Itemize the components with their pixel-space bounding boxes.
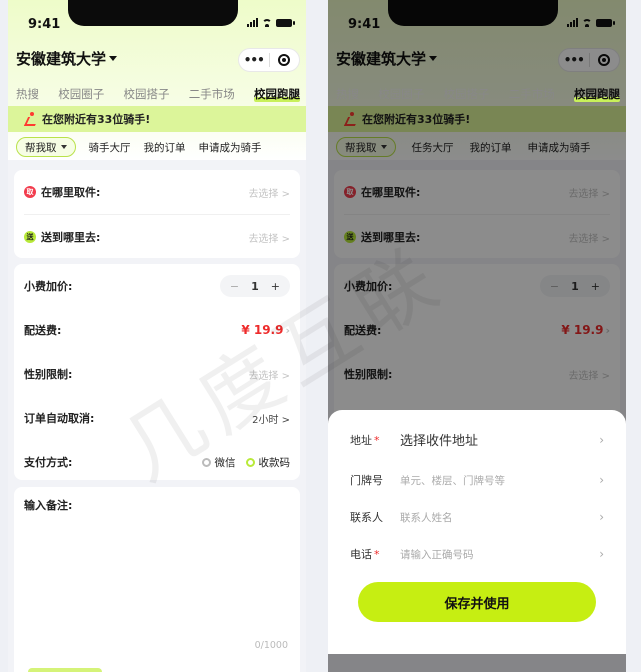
close-target-button[interactable] — [270, 54, 300, 66]
subtab-apply-rider[interactable]: 申请成为骑手 — [199, 140, 262, 155]
dropoff-label: 送到哪里去: — [41, 231, 101, 244]
delivery-fee-value: ¥ 19.9 — [241, 323, 284, 337]
tab-hot[interactable]: 热搜 — [16, 86, 39, 102]
auto-cancel-value: 2小时 > — [252, 414, 290, 426]
subtab-rider-hall[interactable]: 骑手大厅 — [89, 140, 131, 155]
tab-errand[interactable]: 校园跑腿 — [254, 86, 300, 102]
address-sheet: 地址 * 选择收件地址 › 门牌号 单元、楼层、门牌号等 › 联系人 联系人姓名 … — [328, 410, 626, 654]
caret-down-icon — [109, 56, 118, 61]
payment-option-qrcode[interactable]: 收款码 — [245, 455, 290, 470]
errand-subtabs: 帮我取 骑手大厅 我的订单 申请成为骑手 — [16, 137, 300, 157]
gender-row[interactable]: 性别限制: 去选择 > — [14, 352, 300, 396]
door-number-label: 门牌号 — [350, 474, 383, 487]
tip-plus-button[interactable]: + — [271, 280, 280, 293]
required-mark: * — [374, 548, 380, 561]
payment-option-wechat[interactable]: 微信 — [201, 455, 236, 470]
category-tabs: 热搜 校园圈子 校园搭子 二手市场 校园跑腿 — [336, 86, 620, 102]
phone-row[interactable]: 电话 * 请输入正确号码 › — [350, 546, 604, 562]
contact-placeholder: 联系人姓名 — [400, 511, 453, 524]
caret-down-icon — [60, 145, 67, 149]
signal-icon — [247, 18, 258, 27]
delivery-fee-label: 配送费: — [24, 324, 62, 337]
university-name: 安徽建筑大学 — [16, 50, 107, 68]
rider-banner: 在您附近有33位骑手! — [8, 106, 306, 132]
chevron-right-icon: › — [285, 323, 290, 337]
chevron-right-icon: › — [599, 510, 604, 524]
address-row[interactable]: 地址 * 选择收件地址 › — [350, 430, 604, 450]
tip-label: 小费加价: — [24, 280, 73, 293]
tab-secondhand[interactable]: 二手市场 — [509, 86, 555, 102]
remark-counter: 0/1000 — [254, 640, 288, 651]
tip-value: 1 — [251, 279, 259, 293]
tab-errand[interactable]: 校园跑腿 — [574, 86, 620, 102]
university-selector[interactable]: 安徽建筑大学 — [16, 48, 118, 69]
help-me-fetch-label: 帮我取 — [25, 141, 57, 154]
auto-cancel-label: 订单自动取消: — [24, 412, 95, 425]
tab-partner[interactable]: 校园搭子 — [444, 86, 490, 102]
subtab-my-orders[interactable]: 我的订单 — [144, 140, 186, 155]
bottom-button-peek[interactable] — [28, 668, 102, 672]
chevron-right-icon: › — [599, 547, 604, 561]
target-icon — [278, 54, 291, 66]
status-icons — [247, 18, 295, 27]
tab-circle[interactable]: 校园圈子 — [378, 86, 424, 102]
tip-stepper: − 1 + — [219, 275, 290, 297]
tip-minus-button[interactable]: − — [230, 280, 239, 293]
dropoff-badge-icon: 送 — [24, 231, 36, 243]
phone-screen-order: 9:41 安徽建筑大学 ••• 热搜 校园圈子 校园搭子 二手市场 校园跑腿 在… — [8, 0, 306, 672]
pickup-value: 去选择 > — [248, 188, 290, 200]
phone-label: 电话 — [350, 548, 372, 561]
gender-label: 性别限制: — [24, 368, 73, 381]
gender-value: 去选择 > — [248, 370, 290, 382]
payment-row: 支付方式: 微信 收款码 — [14, 440, 300, 484]
dropoff-value: 去选择 > — [248, 233, 290, 245]
payment-label: 支付方式: — [24, 456, 73, 469]
contact-row[interactable]: 联系人 联系人姓名 › — [350, 509, 604, 525]
tab-partner[interactable]: 校园搭子 — [124, 86, 170, 102]
wifi-icon — [262, 18, 272, 27]
address-label: 地址 — [350, 433, 372, 447]
tip-row: 小费加价: − 1 + — [14, 264, 300, 308]
remark-label: 输入备注: — [24, 499, 73, 512]
pickup-row[interactable]: 取在哪里取件: 去选择 > — [14, 170, 300, 214]
save-and-use-button[interactable]: 保存并使用 — [358, 582, 596, 622]
door-number-row[interactable]: 门牌号 单元、楼层、门牌号等 › — [350, 472, 604, 488]
runner-icon — [24, 112, 38, 126]
tab-circle[interactable]: 校园圈子 — [58, 86, 104, 102]
pickup-badge-icon: 取 — [24, 186, 36, 198]
rider-banner-text: 在您附近有33位骑手! — [42, 113, 151, 126]
dropoff-row[interactable]: 送送到哪里去: 去选择 > — [14, 215, 300, 259]
miniprogram-capsule: ••• — [238, 48, 300, 72]
tab-secondhand[interactable]: 二手市场 — [189, 86, 235, 102]
auto-cancel-row[interactable]: 订单自动取消: 2小时 > — [14, 396, 300, 440]
status-time: 9:41 — [28, 17, 61, 32]
help-me-fetch-dropdown[interactable]: 帮我取 — [16, 137, 76, 157]
radio-on-icon — [245, 457, 255, 467]
radio-off-icon — [201, 457, 211, 467]
device-notch — [68, 0, 238, 26]
chevron-right-icon: › — [599, 473, 604, 487]
location-card: 取在哪里取件: 去选择 > 送送到哪里去: 去选择 > — [14, 170, 300, 258]
order-options-card: 小费加价: − 1 + 配送费: ¥ 19.9 › 性别限制: 去选择 > 订单自… — [14, 264, 300, 480]
delivery-fee-row[interactable]: 配送费: ¥ 19.9 › — [14, 308, 300, 352]
more-dots-icon[interactable]: ••• — [239, 53, 269, 67]
address-value: 选择收件地址 — [400, 434, 479, 449]
phone-screen-address: 9:41 安徽建筑大学 ••• 热搜 校园圈子 校园搭子 二手市场 校园跑腿 在… — [328, 0, 626, 672]
door-number-placeholder: 单元、楼层、门牌号等 — [400, 474, 505, 487]
category-tabs: 热搜 校园圈子 校园搭子 二手市场 校园跑腿 — [16, 86, 300, 102]
pickup-label: 在哪里取件: — [41, 186, 101, 199]
chevron-right-icon: › — [599, 432, 604, 447]
required-mark: * — [374, 433, 380, 447]
contact-label: 联系人 — [350, 511, 383, 524]
tab-hot[interactable]: 热搜 — [336, 86, 359, 102]
phone-placeholder: 请输入正确号码 — [400, 548, 474, 561]
battery-icon — [276, 18, 295, 27]
